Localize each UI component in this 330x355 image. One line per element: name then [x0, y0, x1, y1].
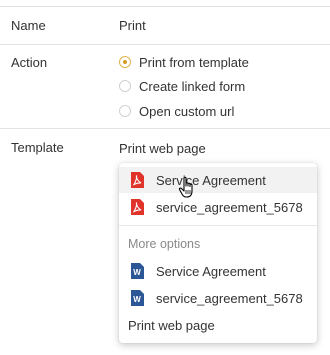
template-row: Template Print web page	[0, 129, 330, 163]
radio-create-linked-form[interactable]: Create linked form	[119, 77, 245, 95]
template-dropdown-menu: Service Agreement service_agreement_5678…	[119, 163, 317, 343]
name-value[interactable]: Print	[119, 18, 146, 33]
radio-label: Open custom url	[139, 103, 235, 119]
action-label: Action	[11, 55, 48, 70]
menu-item-pdf-service-agreement-5678[interactable]: service_agreement_5678	[119, 194, 317, 220]
menu-item-label: Print web page	[128, 317, 215, 333]
radio-unchecked-icon	[119, 80, 131, 92]
hand-cursor-icon	[178, 176, 193, 198]
word-icon: W	[131, 263, 144, 279]
radio-label: Print from template	[139, 54, 249, 70]
menu-item-label: service_agreement_5678	[156, 199, 303, 215]
more-options-heading: More options	[128, 237, 201, 251]
word-icon: W	[131, 290, 144, 306]
template-select[interactable]: Print web page	[119, 141, 206, 156]
svg-text:W: W	[133, 268, 141, 277]
template-label: Template	[11, 140, 64, 155]
radio-print-from-template[interactable]: Print from template	[119, 53, 249, 71]
menu-item-label: Service Agreement	[156, 172, 266, 188]
pdf-icon	[131, 199, 144, 215]
radio-checked-icon	[119, 56, 131, 68]
menu-item-print-web-page[interactable]: Print web page	[119, 312, 317, 338]
menu-item-word-service-agreement-5678[interactable]: W service_agreement_5678	[119, 285, 317, 311]
menu-item-label: service_agreement_5678	[156, 290, 303, 306]
name-row: Name Print	[0, 7, 330, 45]
action-row: Action Print from template Create linked…	[0, 45, 330, 129]
svg-text:W: W	[133, 295, 141, 304]
top-divider	[0, 0, 330, 7]
radio-label: Create linked form	[139, 78, 246, 94]
name-label: Name	[11, 18, 46, 33]
menu-item-label: Service Agreement	[156, 263, 266, 279]
menu-divider	[119, 225, 317, 226]
pdf-icon	[131, 172, 144, 188]
menu-item-word-service-agreement[interactable]: W Service Agreement	[119, 258, 317, 284]
radio-unchecked-icon	[119, 105, 131, 117]
menu-item-pdf-service-agreement[interactable]: Service Agreement	[119, 167, 317, 193]
radio-open-custom-url[interactable]: Open custom url	[119, 102, 234, 120]
